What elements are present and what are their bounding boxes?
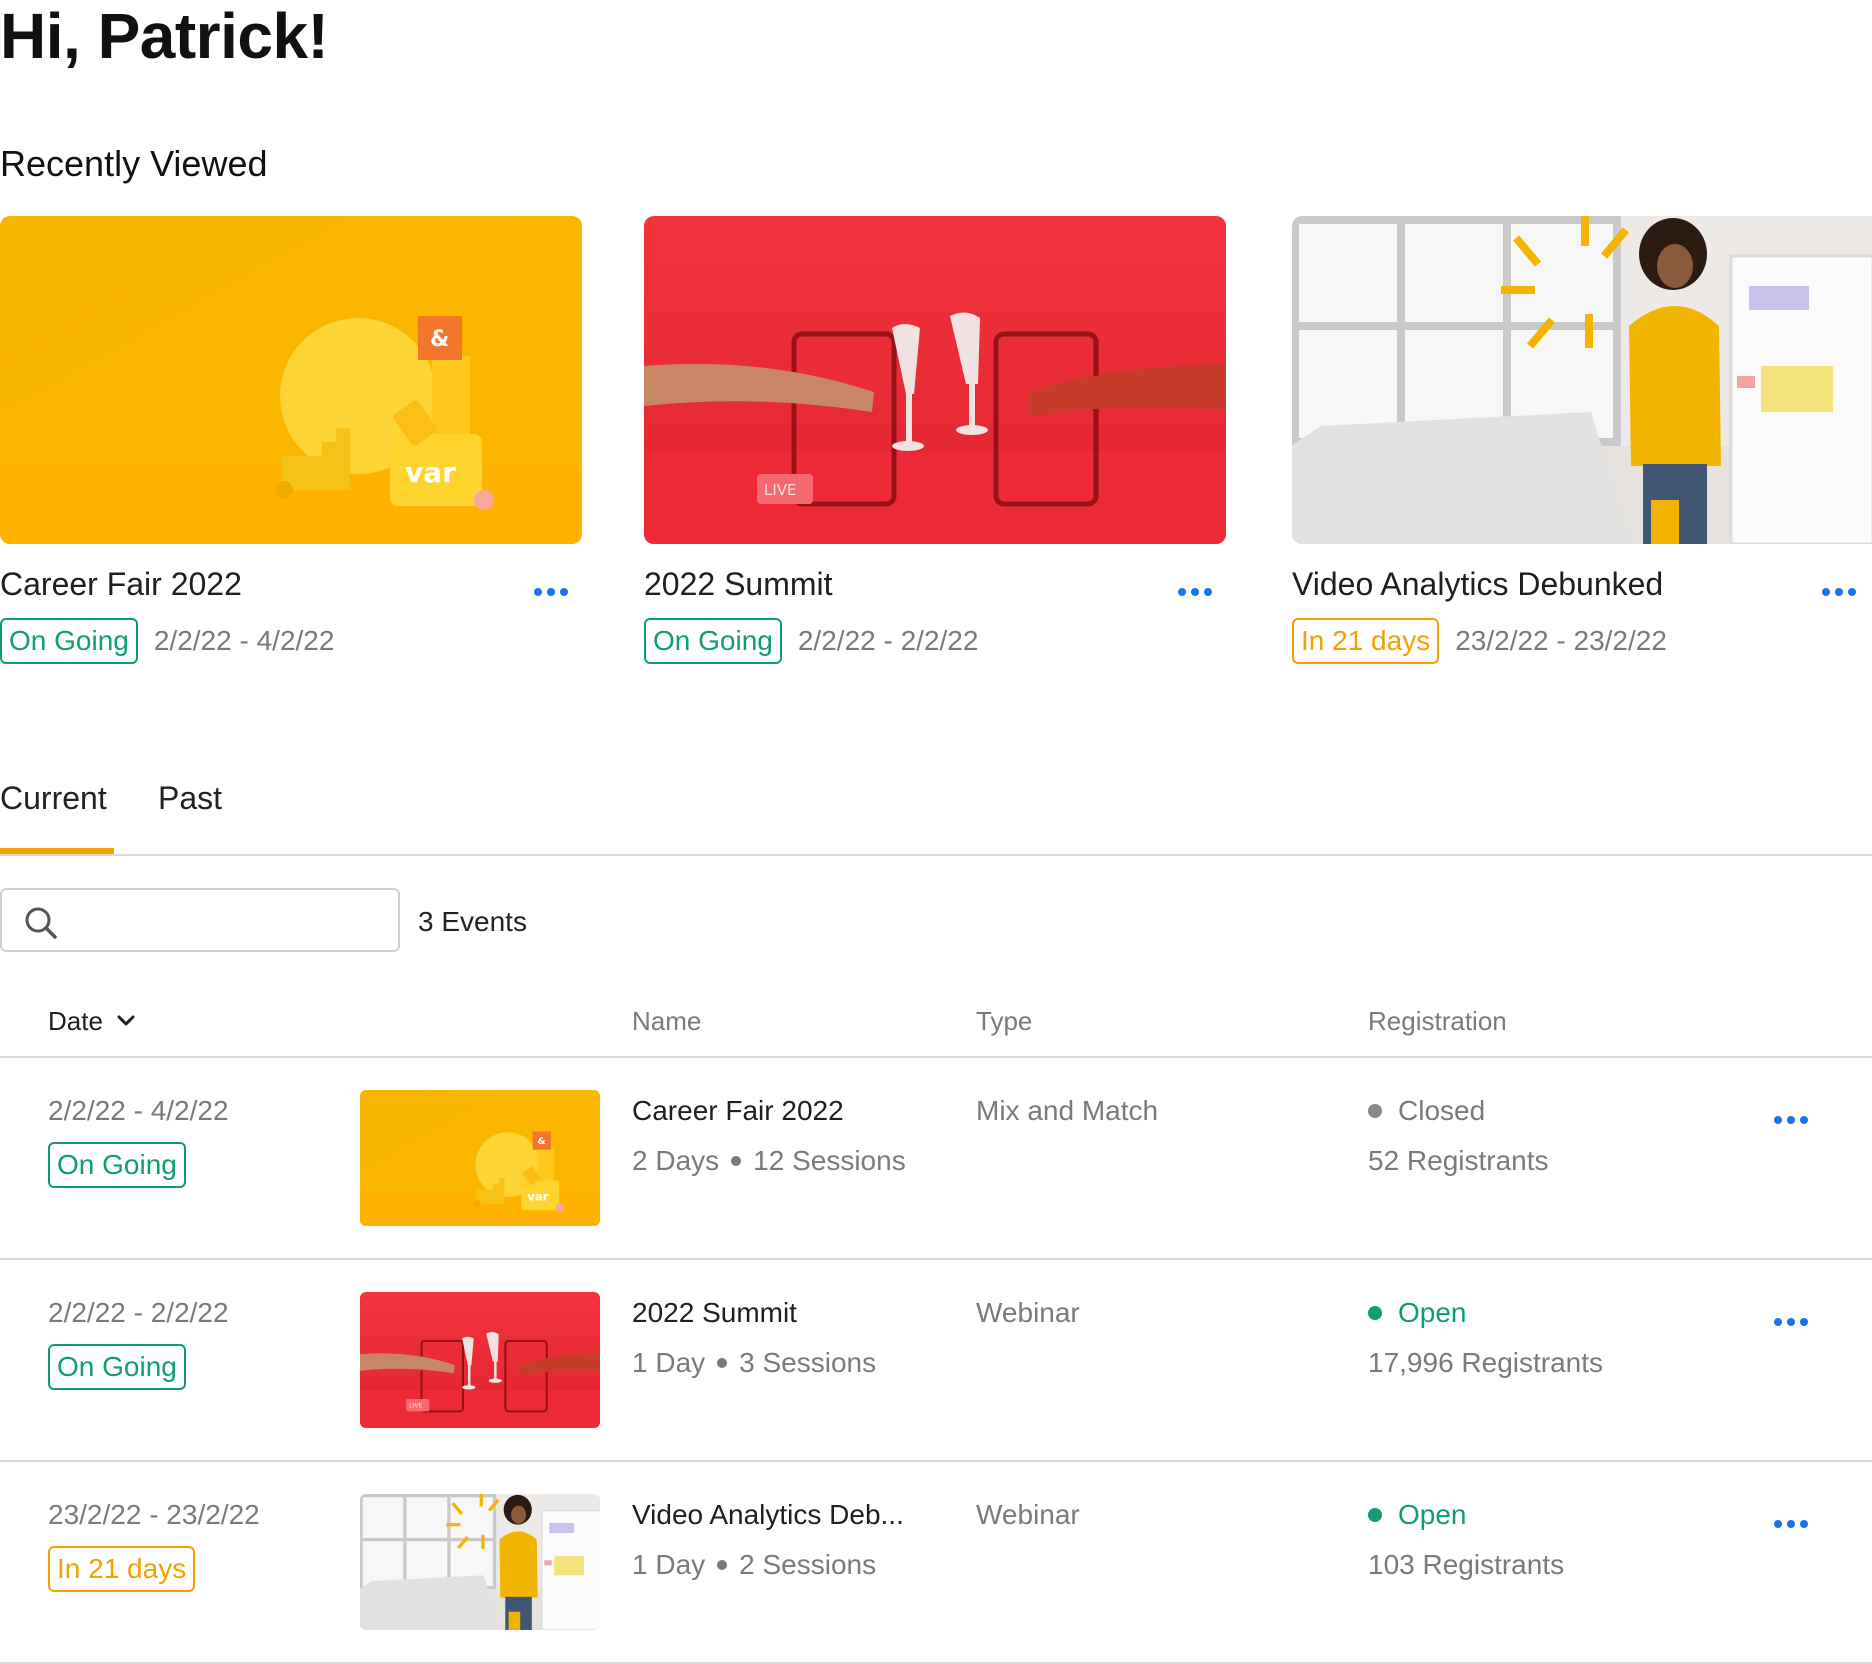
event-name[interactable]: 2022 Summit: [632, 1294, 797, 1332]
separator-dot: [731, 1156, 742, 1166]
registrants-count: 103 Registrants: [1368, 1549, 1565, 1580]
tab-past[interactable]: Past: [158, 772, 222, 824]
status-dot-icon: [1368, 1306, 1382, 1320]
recent-card-video-analytics[interactable]: Video Analytics Debunked In 21 days 23/2…: [1292, 216, 1872, 676]
column-header-type: Type: [976, 1006, 1033, 1036]
event-duration: 1 Day 2 Sessions: [632, 1546, 876, 1584]
event-duration: 1 Day 3 Sessions: [632, 1344, 876, 1382]
status-badge: In 21 days: [48, 1546, 196, 1592]
recent-card-career-fair[interactable]: Career Fair 2022 On Going 2/2/22 - 4/2/2…: [0, 216, 582, 676]
status-badge: On Going: [0, 618, 138, 664]
search-box[interactable]: [0, 888, 400, 952]
event-thumbnail[interactable]: [360, 1090, 600, 1226]
card-meta: In 21 days 23/2/22 - 23/2/22: [1292, 618, 1667, 664]
registration-status-label: Closed: [1398, 1095, 1486, 1126]
card-meta: On Going 2/2/22 - 4/2/22: [0, 618, 334, 664]
recent-card-summit[interactable]: 2022 Summit On Going 2/2/22 - 2/2/22: [644, 216, 1226, 676]
event-sessions: 12 Sessions: [753, 1145, 906, 1176]
event-sessions: 2 Sessions: [739, 1549, 877, 1580]
more-options-icon[interactable]: [1774, 1318, 1808, 1326]
event-thumbnail[interactable]: [360, 1494, 600, 1630]
chevron-down-icon: [117, 1015, 135, 1026]
more-options-icon[interactable]: [1774, 1520, 1808, 1528]
event-name[interactable]: Career Fair 2022: [632, 1092, 844, 1130]
date-range: 23/2/22 - 23/2/22: [1455, 625, 1667, 656]
row-date-range: 2/2/22 - 4/2/22: [48, 1095, 229, 1126]
column-header-registration: Registration: [1368, 1006, 1507, 1036]
sort-by-date-button[interactable]: Date: [48, 1004, 135, 1038]
registration-status: Open: [1368, 1496, 1467, 1534]
card-thumbnail[interactable]: [644, 216, 1226, 544]
search-icon: [25, 907, 57, 939]
events-count: 3 Events: [418, 906, 527, 937]
table-row[interactable]: 23/2/22 - 23/2/22 In 21 days Video Analy…: [0, 1462, 1872, 1664]
event-tabs: Current Past: [0, 772, 1872, 856]
event-days: 1 Day: [632, 1347, 706, 1378]
event-name[interactable]: Video Analytics Deb...: [632, 1496, 904, 1534]
card-thumbnail[interactable]: [0, 216, 582, 544]
status-badge: On Going: [644, 618, 782, 664]
event-days: 2 Days: [632, 1145, 720, 1176]
event-type: Webinar: [976, 1297, 1080, 1328]
search-input[interactable]: [72, 900, 382, 940]
active-tab-indicator: [0, 848, 114, 854]
more-options-icon[interactable]: [1774, 1116, 1808, 1124]
registration-status-label: Open: [1398, 1499, 1467, 1530]
tab-current[interactable]: Current: [0, 772, 107, 824]
table-row[interactable]: 2/2/22 - 2/2/22 On Going 2022 Summit 1 D…: [0, 1260, 1872, 1462]
more-options-icon[interactable]: [1178, 588, 1212, 596]
status-dot-icon: [1368, 1508, 1382, 1522]
event-sessions: 3 Sessions: [739, 1347, 877, 1378]
date-range: 2/2/22 - 2/2/22: [797, 625, 979, 656]
greeting-heading: Hi, Patrick!: [0, 0, 329, 72]
status-dot-icon: [1368, 1104, 1382, 1118]
registration-status: Closed: [1368, 1092, 1485, 1130]
more-options-icon[interactable]: [1822, 588, 1856, 596]
status-badge: In 21 days: [1292, 618, 1440, 664]
row-date-range: 2/2/22 - 2/2/22: [48, 1297, 229, 1328]
event-thumbnail[interactable]: [360, 1292, 600, 1428]
card-title[interactable]: 2022 Summit: [644, 562, 833, 606]
event-type: Mix and Match: [976, 1095, 1159, 1126]
status-badge: On Going: [48, 1142, 186, 1188]
table-header: Date Name Type Registration: [0, 990, 1872, 1058]
recently-viewed-title: Recently Viewed: [0, 143, 268, 184]
card-thumbnail[interactable]: [1292, 216, 1872, 544]
recently-viewed-cards: Career Fair 2022 On Going 2/2/22 - 4/2/2…: [0, 216, 1872, 676]
registrants-count: 17,996 Registrants: [1368, 1347, 1604, 1378]
card-title[interactable]: Video Analytics Debunked: [1292, 562, 1663, 606]
more-options-icon[interactable]: [534, 588, 568, 596]
status-badge: On Going: [48, 1344, 186, 1390]
registrants-count: 52 Registrants: [1368, 1145, 1549, 1176]
event-duration: 2 Days 12 Sessions: [632, 1142, 906, 1180]
row-date-range: 23/2/22 - 23/2/22: [48, 1499, 260, 1530]
event-days: 1 Day: [632, 1549, 706, 1580]
separator-dot: [717, 1358, 728, 1368]
card-title[interactable]: Career Fair 2022: [0, 562, 242, 606]
column-header-name: Name: [632, 1006, 702, 1036]
table-row[interactable]: 2/2/22 - 4/2/22 On Going Career Fair 202…: [0, 1058, 1872, 1260]
registration-status: Open: [1368, 1294, 1467, 1332]
registration-status-label: Open: [1398, 1297, 1467, 1328]
column-header-date: Date: [48, 1006, 103, 1036]
event-type: Webinar: [976, 1499, 1080, 1530]
date-range: 2/2/22 - 4/2/22: [153, 625, 335, 656]
card-meta: On Going 2/2/22 - 2/2/22: [644, 618, 978, 664]
separator-dot: [717, 1560, 728, 1570]
